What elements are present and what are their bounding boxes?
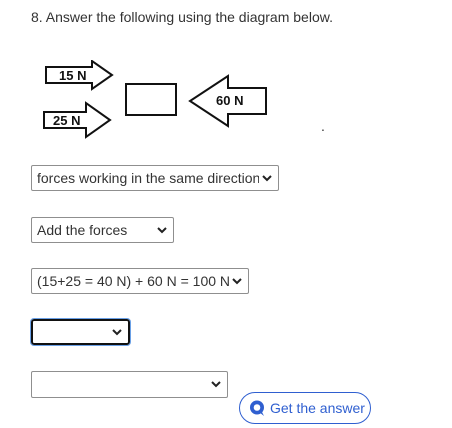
dropdown-operation[interactable]: Add the forces (31, 217, 174, 243)
get-answer-label: Get the answer (270, 400, 365, 416)
object-box (125, 83, 177, 116)
chevron-down-icon (154, 223, 170, 237)
dropdown-operation-value: Add the forces (37, 222, 128, 238)
speech-bubble-icon (248, 399, 266, 417)
dropdown-direction[interactable]: forces working in the same direction (31, 165, 279, 191)
arrow-left: 60 N (188, 74, 267, 128)
stray-mark: . (321, 118, 325, 134)
arrow-top-label: 15 N (59, 68, 86, 83)
dropdown-calculation[interactable]: (15+25 = 40 N) + 60 N = 100 N (31, 268, 249, 294)
chevron-down-icon (229, 274, 245, 288)
chevron-down-icon (208, 378, 224, 392)
chevron-down-icon (259, 171, 275, 185)
arrow-right-top: 15 N (45, 60, 114, 91)
dropdown-calculation-value: (15+25 = 40 N) + 60 N = 100 N (37, 273, 229, 289)
arrow-right-bottom: 25 N (43, 101, 112, 139)
dropdown-final[interactable] (31, 371, 228, 398)
dropdown-direction-value: forces working in the same direction (37, 170, 259, 186)
force-diagram: 15 N 25 N 60 N (43, 60, 267, 139)
arrow-left-label: 60 N (216, 93, 243, 108)
arrow-bottom-label: 25 N (53, 113, 80, 128)
dropdown-answer-focused[interactable] (30, 318, 131, 346)
get-answer-button[interactable]: Get the answer (239, 392, 371, 424)
chevron-down-icon (109, 325, 125, 339)
question-prompt: 8. Answer the following using the diagra… (31, 9, 333, 25)
